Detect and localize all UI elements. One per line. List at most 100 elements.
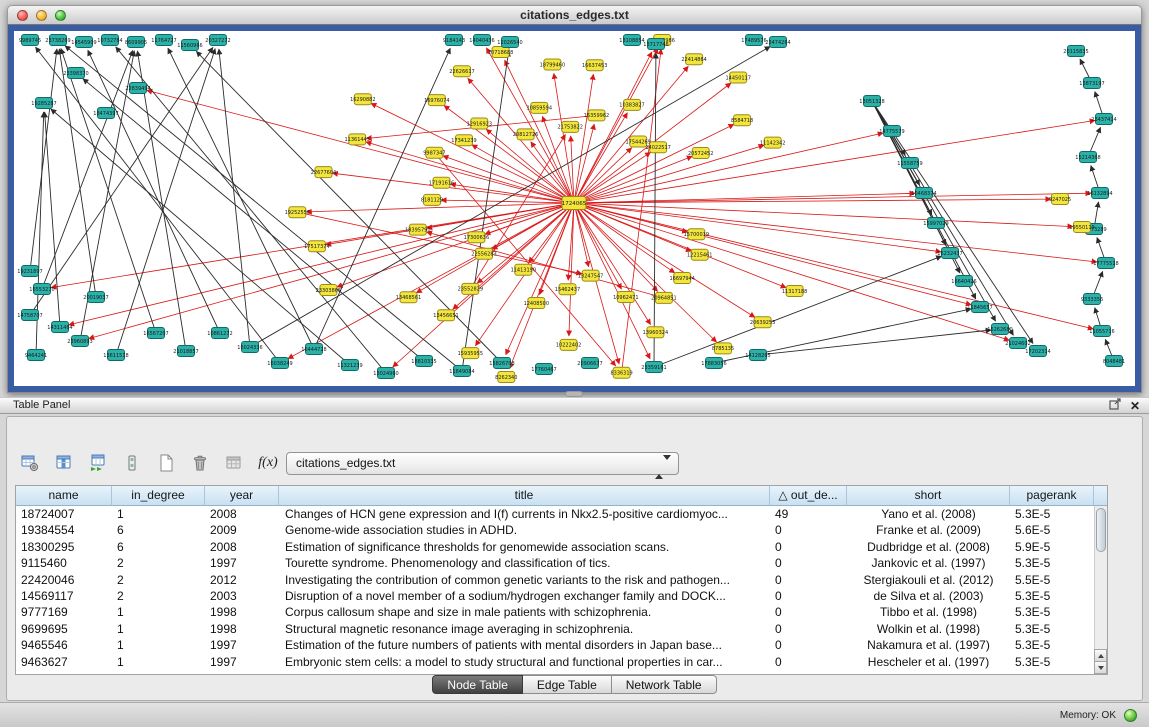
table-cell: 9777169 bbox=[16, 604, 112, 620]
minimize-button[interactable] bbox=[36, 10, 47, 21]
tab-edge-table[interactable]: Edge Table bbox=[523, 675, 612, 694]
close-button[interactable] bbox=[17, 10, 28, 21]
scroll-down-button[interactable] bbox=[1094, 661, 1107, 674]
graph-node-label: 16567207 bbox=[143, 331, 168, 337]
graph-node-label: 9333356 bbox=[1081, 297, 1103, 303]
graph-node-label: 10962471 bbox=[613, 295, 638, 301]
graph-edge bbox=[36, 47, 281, 363]
table-row[interactable]: 946554611997Estimation of the future num… bbox=[16, 637, 1094, 653]
table-cell: de Silva et al. (2003) bbox=[847, 588, 1010, 604]
scrollbar-thumb[interactable] bbox=[1096, 508, 1106, 552]
window-title: citations_edges.txt bbox=[8, 6, 1141, 24]
table-row[interactable]: 1456911722003Disruption of a novel membe… bbox=[16, 588, 1094, 604]
graph-node-label: 8181129 bbox=[421, 198, 443, 204]
table-cell: 2 bbox=[112, 588, 205, 604]
graph-node-label: 11361443 bbox=[344, 137, 369, 143]
table-cell: Investigating the contribution of common… bbox=[279, 572, 770, 588]
table-row[interactable]: 911546021997Tourette syndrome. Phenomeno… bbox=[16, 555, 1094, 571]
graph-node-label: 19285287 bbox=[31, 101, 56, 107]
table-row[interactable]: 1872400712008Changes of HCN gene express… bbox=[16, 506, 1094, 522]
table-cell: Franke et al. (2009) bbox=[847, 522, 1010, 538]
graph-node-label: 11764727 bbox=[151, 38, 176, 44]
column-header-pagerank[interactable]: pagerank bbox=[1010, 486, 1094, 506]
vertical-scrollbar[interactable] bbox=[1094, 506, 1107, 674]
table-options-icon bbox=[21, 454, 39, 472]
graph-node-label: 17760467 bbox=[531, 367, 556, 373]
float-panel-icon[interactable] bbox=[1109, 397, 1121, 415]
table-row[interactable]: 969969511998Structural magnetic resonanc… bbox=[16, 621, 1094, 637]
table-cell: 9465546 bbox=[16, 637, 112, 653]
graph-node-label: 11055716 bbox=[1089, 329, 1114, 335]
column-header-in_degree[interactable]: in_degree bbox=[112, 486, 205, 506]
row-mode-button[interactable] bbox=[119, 450, 145, 476]
graph-node-label: 16976074 bbox=[424, 98, 449, 104]
table-cell: Changes of HCN gene expression and I(f) … bbox=[279, 506, 770, 522]
graph-node-label: 21018857 bbox=[173, 349, 198, 355]
graph-node-label: 12916923 bbox=[467, 121, 492, 127]
graph-node-label: 12215461 bbox=[687, 253, 712, 259]
table-cell: 5.3E-5 bbox=[1010, 654, 1094, 670]
new-column-button[interactable] bbox=[153, 450, 179, 476]
rename-column-button[interactable] bbox=[221, 450, 247, 476]
network-svg: 1724065157000191221546116697944209648511… bbox=[14, 31, 1135, 386]
graph-edge bbox=[116, 47, 386, 373]
graph-node-label: 14775579 bbox=[879, 129, 904, 135]
function-builder-button[interactable]: f(x) bbox=[255, 450, 281, 476]
window-titlebar[interactable]: citations_edges.txt bbox=[7, 5, 1142, 25]
table-panel-header[interactable]: Table Panel ✕ bbox=[0, 397, 1149, 414]
graph-node-label: 14545909 bbox=[71, 40, 96, 46]
graph-node-label: 16640426 bbox=[951, 279, 976, 285]
graph-node-label: 9989745 bbox=[19, 38, 41, 44]
table-cell: Jankovic et al. (1997) bbox=[847, 555, 1010, 571]
graph-node-label: 17775518 bbox=[1093, 261, 1118, 267]
select-columns-button[interactable] bbox=[51, 450, 77, 476]
graph-node-label: 11321239 bbox=[337, 363, 362, 369]
table-cell: 0 bbox=[770, 588, 847, 604]
column-header-name[interactable]: name bbox=[16, 486, 112, 506]
table-cell: Stergiakouli et al. (2012) bbox=[847, 572, 1010, 588]
graph-node-label: 17517374 bbox=[304, 244, 329, 250]
graph-node-label: 15359962 bbox=[584, 113, 609, 119]
table-row[interactable]: 977716911998Corpus callosum shape and si… bbox=[16, 604, 1094, 620]
table-row[interactable]: 1938455462009Genome-wide association stu… bbox=[16, 522, 1094, 538]
column-header-title[interactable]: title bbox=[279, 486, 770, 506]
table-options-button[interactable] bbox=[17, 450, 43, 476]
graph-node-label: 23303865 bbox=[316, 288, 341, 294]
table-selector[interactable]: citations_edges.txt bbox=[286, 452, 679, 475]
graph-node-label: 22677604 bbox=[311, 170, 336, 176]
graph-node-label: 11317188 bbox=[782, 289, 807, 295]
graph-edge bbox=[42, 50, 133, 289]
table-cell: 1 bbox=[112, 654, 205, 670]
close-panel-icon[interactable]: ✕ bbox=[1130, 399, 1140, 413]
table-cell: 0 bbox=[770, 572, 847, 588]
delete-column-button[interactable] bbox=[187, 450, 213, 476]
graph-node-label: 22556283 bbox=[471, 252, 496, 258]
graph-node-label: 1724065 bbox=[562, 201, 587, 207]
table-row[interactable]: 946362711997Embryonic stem cells: a mode… bbox=[16, 654, 1094, 670]
table-cell: Yano et al. (2008) bbox=[847, 506, 1010, 522]
import-table-button[interactable] bbox=[85, 450, 111, 476]
graph-node-label: 15935955 bbox=[458, 351, 483, 357]
table-row[interactable]: 1830029562008Estimation of significance … bbox=[16, 539, 1094, 555]
tab-node-table[interactable]: Node Table bbox=[432, 675, 523, 694]
graph-node-label: 14128265 bbox=[745, 353, 770, 359]
zoom-button[interactable] bbox=[55, 10, 66, 21]
graph-node-label: 23437414 bbox=[1091, 117, 1116, 123]
graph-node-label: 13960324 bbox=[643, 330, 668, 336]
column-header-year[interactable]: year bbox=[205, 486, 279, 506]
column-header-out_de[interactable]: △ out_de... bbox=[770, 486, 847, 506]
column-header-short[interactable]: short bbox=[847, 486, 1010, 506]
table-selector-value: citations_edges.txt bbox=[296, 456, 395, 470]
tab-network-table[interactable]: Network Table bbox=[612, 675, 717, 694]
table-row[interactable]: 2242004622012Investigating the contribut… bbox=[16, 572, 1094, 588]
table-cell: 5.3E-5 bbox=[1010, 506, 1094, 522]
table-cell: 2 bbox=[112, 555, 205, 571]
graph-edge bbox=[574, 145, 764, 203]
graph-node-label: 16038249 bbox=[267, 361, 292, 367]
table-cell: 1 bbox=[112, 506, 205, 522]
table-panel-title: Table Panel bbox=[0, 398, 1149, 413]
table-cell: 2 bbox=[112, 572, 205, 588]
table-cell: 5.3E-5 bbox=[1010, 588, 1094, 604]
network-canvas[interactable]: 1724065157000191221546116697944209648511… bbox=[14, 31, 1135, 386]
graph-node-label: 9464241 bbox=[25, 353, 47, 359]
